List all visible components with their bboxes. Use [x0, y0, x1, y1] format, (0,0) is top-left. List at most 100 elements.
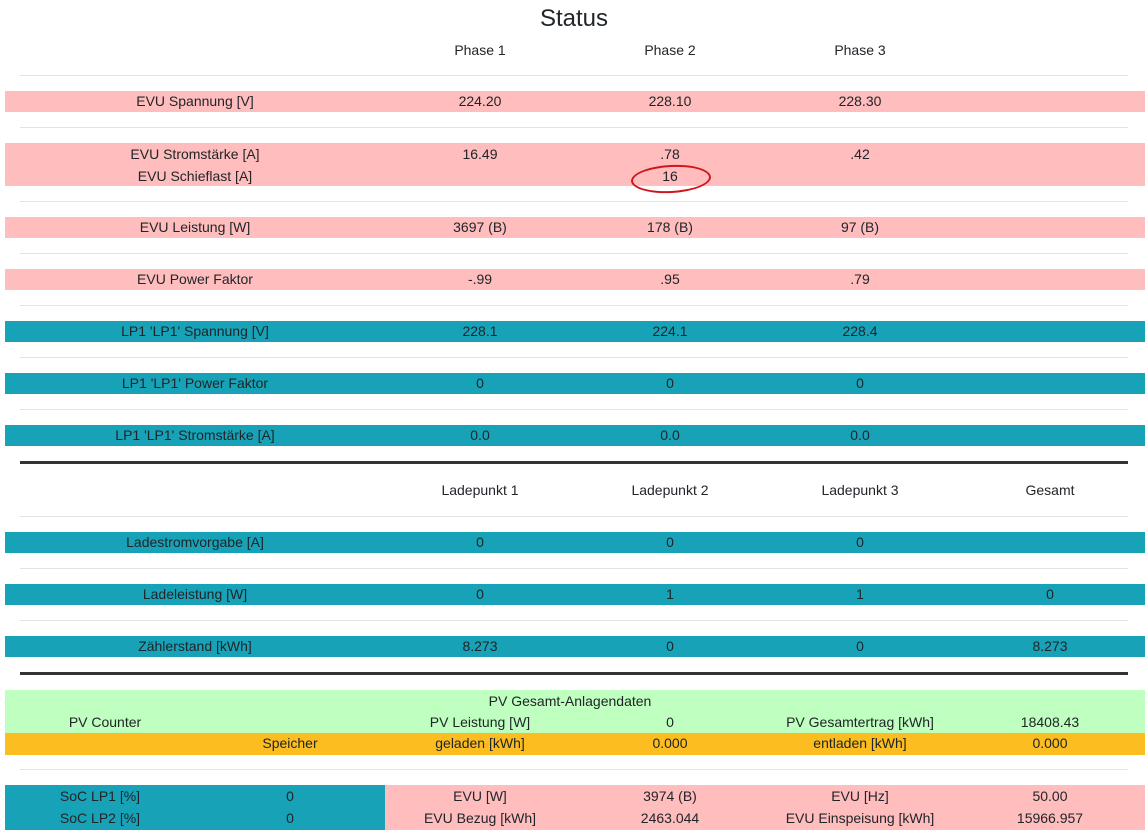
value-phase-3: 0: [856, 375, 864, 391]
value-phase-1: 228.1: [462, 323, 498, 339]
geladen-value: 0.000: [652, 735, 688, 751]
value-phase-3: 228.30: [838, 93, 882, 109]
section-separator: [20, 672, 1128, 675]
value-phase-2: .78: [660, 146, 680, 162]
divider: [20, 305, 1128, 306]
speicher-label: Speicher: [262, 735, 318, 751]
row-label: EVU Power Faktor: [137, 271, 253, 287]
ladepunkt-3-header: Ladepunkt 3: [821, 482, 899, 498]
value-phase-1: 0: [476, 375, 484, 391]
soc-lp2-label: SoC LP2 [%]: [59, 810, 141, 826]
evu-einspeisung-value: 15966.957: [1016, 810, 1084, 826]
value-lp-3: 0: [856, 638, 864, 654]
pv-counter-label: PV Counter: [68, 714, 142, 730]
value-phase-2: 0.0: [660, 427, 680, 443]
pv-leistung-label: PV Leistung [W]: [429, 714, 531, 730]
evu-bezug-value: 2463.044: [640, 810, 700, 826]
evu-summary-panel: EVU [W] 3974 (B) EVU [Hz] 50.00 EVU Bezu…: [385, 785, 1145, 830]
value-lp-2: 0: [666, 534, 674, 550]
value-lp-2: 0: [666, 638, 674, 654]
evu-strom-row: EVU Stromstärke [A] 16.49 .78 .42 EVU Sc…: [5, 143, 1145, 186]
soc-lp1-value: 0: [286, 788, 294, 804]
soc-lp1-label: SoC LP1 [%]: [59, 788, 141, 804]
zaehlerstand-row: Zählerstand [kWh] 8.273 0 0 8.273: [5, 636, 1145, 657]
row-label: Ladestromvorgabe [A]: [126, 534, 264, 550]
value-phase-1: 224.20: [458, 93, 502, 109]
pv-section: PV Gesamt-Anlagendaten PV Counter PV Lei…: [5, 690, 1145, 733]
divider: [20, 620, 1128, 621]
evu-einspeisung-label: EVU Einspeisung [kWh]: [785, 810, 935, 826]
value-lp-3: 1: [856, 586, 864, 602]
row-label: LP1 'LP1' Power Faktor: [121, 375, 269, 391]
value-phase-3: 228.4: [842, 323, 878, 339]
value-gesamt: 0: [1046, 586, 1054, 602]
pv-ertrag-label: PV Gesamtertrag [kWh]: [786, 714, 934, 730]
value-gesamt: 8.273: [1032, 638, 1068, 654]
page-title: Status: [539, 5, 609, 32]
value-phase-2: 0: [666, 375, 674, 391]
row-label: LP1 'LP1' Spannung [V]: [121, 323, 269, 339]
value-lp-1: 8.273: [462, 638, 498, 654]
row-label: LP1 'LP1' Stromstärke [A]: [115, 427, 275, 443]
ladepunkt-2-header: Ladepunkt 2: [631, 482, 709, 498]
divider: [20, 357, 1128, 358]
pv-title: PV Gesamt-Anlagendaten: [488, 693, 652, 709]
value-phase-3: 0.0: [850, 427, 870, 443]
lp1-strom-row: LP1 'LP1' Stromstärke [A] 0.0 0.0 0.0: [5, 425, 1145, 446]
evu-w-value: 3974 (B): [643, 788, 697, 804]
value-lp-1: 0: [476, 586, 484, 602]
pv-ertrag-value: 18408.43: [1020, 714, 1080, 730]
value-phase-2: 228.10: [648, 93, 692, 109]
speicher-row: Speicher geladen [kWh] 0.000 entladen [k…: [5, 733, 1145, 755]
soc-lp2-value: 0: [286, 810, 294, 826]
divider: [20, 409, 1128, 410]
evu-hz-label: EVU [Hz]: [831, 788, 889, 804]
value-phase-3: 97 (B): [840, 219, 880, 235]
divider: [20, 127, 1128, 128]
evu-hz-value: 50.00: [1032, 788, 1068, 804]
pv-leistung-value: 0: [666, 714, 674, 730]
ladestromvorgabe-row: Ladestromvorgabe [A] 0 0 0: [5, 532, 1145, 553]
value-phase-1: -.99: [467, 271, 493, 287]
lp1-spannung-row: LP1 'LP1' Spannung [V] 228.1 224.1 228.4: [5, 321, 1145, 342]
row-label: EVU Leistung [W]: [139, 219, 251, 235]
divider: [20, 769, 1128, 770]
phase-2-header: Phase 2: [644, 42, 696, 58]
lp1-power-faktor-row: LP1 'LP1' Power Faktor 0 0 0: [5, 373, 1145, 394]
entladen-value: 0.000: [1032, 735, 1068, 751]
value-lp-1: 0: [476, 534, 484, 550]
soc-panel: SoC LP1 [%] 0 SoC LP2 [%] 0: [5, 785, 385, 830]
row-label: Zählerstand [kWh]: [138, 638, 252, 654]
value-phase-3: .79: [850, 271, 870, 287]
divider: [20, 516, 1128, 517]
evu-w-label: EVU [W]: [453, 788, 507, 804]
geladen-label: geladen [kWh]: [435, 735, 525, 751]
value-phase-1: 0.0: [470, 427, 490, 443]
row-label: EVU Stromstärke [A]: [130, 146, 260, 162]
schieflast-label: EVU Schieflast [A]: [137, 168, 253, 184]
evu-leistung-row: EVU Leistung [W] 3697 (B) 178 (B) 97 (B): [5, 217, 1145, 238]
divider: [20, 253, 1128, 254]
value-phase-2: .95: [660, 271, 680, 287]
value-phase-1: 3697 (B): [453, 219, 507, 235]
evu-bezug-label: EVU Bezug [kWh]: [423, 810, 537, 826]
value-lp-2: 1: [666, 586, 674, 602]
section-separator: [20, 461, 1128, 464]
evu-spannung-row: EVU Spannung [V] 224.20 228.10 228.30: [5, 91, 1145, 112]
row-label: EVU Spannung [V]: [136, 93, 254, 109]
divider: [20, 568, 1128, 569]
ladeleistung-row: Ladeleistung [W] 0 1 1 0: [5, 584, 1145, 605]
value-phase-2: 224.1: [652, 323, 688, 339]
phase-3-header: Phase 3: [834, 42, 886, 58]
evu-power-faktor-row: EVU Power Faktor -.99 .95 .79: [5, 269, 1145, 290]
value-phase-3: .42: [850, 146, 870, 162]
row-label: Ladeleistung [W]: [142, 586, 248, 602]
entladen-label: entladen [kWh]: [813, 735, 907, 751]
gesamt-header: Gesamt: [1025, 482, 1075, 498]
value-phase-1: 16.49: [462, 146, 498, 162]
value-phase-2: 178 (B): [647, 219, 693, 235]
value-lp-3: 0: [856, 534, 864, 550]
phase-1-header: Phase 1: [454, 42, 506, 58]
ladepunkt-1-header: Ladepunkt 1: [441, 482, 519, 498]
divider: [20, 201, 1128, 202]
